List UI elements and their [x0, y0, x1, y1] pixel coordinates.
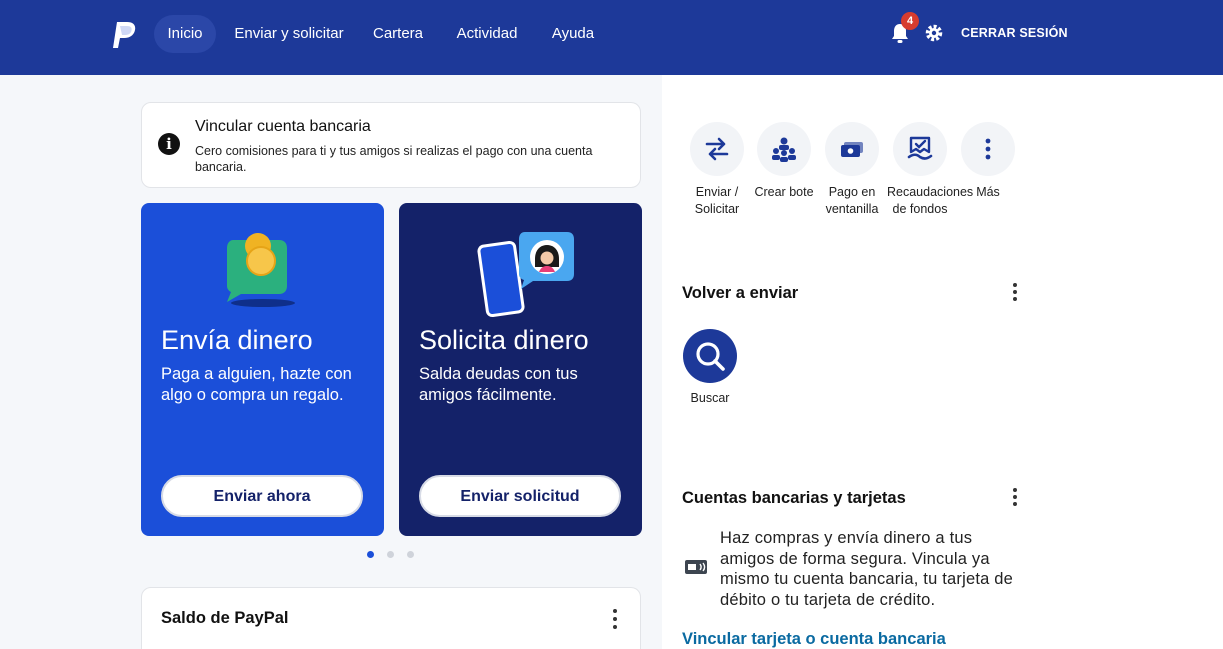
transfer-arrows-icon — [705, 137, 729, 161]
send-now-button[interactable]: Enviar ahora — [161, 475, 363, 517]
carousel-indicator — [364, 551, 424, 561]
nav-cartera[interactable]: Cartera — [364, 15, 432, 53]
info-icon: i — [158, 133, 180, 155]
send-again-title: Volver a enviar — [682, 284, 799, 302]
quick-action-label: Crear bote — [754, 185, 814, 199]
nav-inicio[interactable]: Inicio — [154, 15, 216, 53]
balance-more-options-icon[interactable] — [609, 609, 621, 631]
cash-icon — [841, 142, 863, 157]
quick-action-more[interactable]: Más — [955, 122, 1021, 201]
nav-enviar-solicitar[interactable]: Enviar y solicitar — [228, 15, 350, 53]
search-contacts-button[interactable] — [683, 329, 737, 383]
quick-action-pay-at-counter[interactable]: Pago en ventanilla — [819, 122, 885, 218]
request-money-illustration-icon — [477, 232, 574, 318]
bank-card-icon — [685, 560, 707, 574]
banks-cards-title: Cuentas bancarias y tarjetas — [682, 489, 906, 507]
quick-action-label: Pago en ventanilla — [825, 185, 879, 216]
link-bank-banner[interactable]: i Vincular cuenta bancaria Cero comision… — [141, 102, 641, 188]
banner-title: Vincular cuenta bancaria — [195, 118, 371, 135]
more-vertical-icon — [985, 138, 991, 160]
send-request-button[interactable]: Enviar solicitud — [419, 475, 621, 517]
group-icon — [772, 137, 796, 162]
link-card-or-bank-link[interactable]: Vincular tarjeta o cuenta bancaria — [682, 630, 946, 649]
search-label: Buscar — [690, 391, 730, 405]
carousel-dot[interactable] — [387, 551, 394, 558]
send-money-title: Envía dinero — [161, 325, 313, 355]
send-money-illustration-icon — [227, 233, 295, 307]
nav-ayuda[interactable]: Ayuda — [542, 15, 604, 53]
carousel-dot[interactable] — [407, 551, 414, 558]
carousel-dot[interactable] — [367, 551, 374, 558]
paypal-balance-card: Saldo de PayPal — [141, 587, 641, 649]
fundraiser-icon — [907, 136, 933, 160]
banks-description: Haz compras y envía dinero a tus amigos … — [720, 529, 1014, 609]
notification-count-badge: 4 — [901, 12, 919, 30]
banner-description: Cero comisiones para ti y tus amigos si … — [195, 144, 593, 174]
top-navigation-bar: Inicio Enviar y solicitar Cartera Activi… — [0, 0, 1223, 75]
quick-action-send-request[interactable]: Enviar / Solicitar — [684, 122, 750, 218]
gear-icon[interactable] — [924, 23, 944, 43]
logout-button[interactable]: CERRAR SESIÓN — [961, 26, 1068, 40]
request-money-description: Salda deudas con tus amigos fácilmente. — [419, 365, 578, 404]
banks-more-options-icon[interactable] — [1009, 488, 1021, 510]
send-money-description: Paga a alguien, hazte con algo o compra … — [161, 365, 352, 404]
paypal-logo-icon[interactable] — [110, 20, 138, 50]
quick-action-label: Enviar / Solicitar — [694, 185, 740, 216]
request-money-card: Solicita dinero Salda deudas con tus ami… — [399, 203, 642, 536]
balance-title: Saldo de PayPal — [161, 609, 289, 627]
request-money-title: Solicita dinero — [419, 325, 589, 355]
quick-action-label: Recaudaciones de fondos — [887, 185, 974, 216]
send-again-more-options-icon[interactable] — [1009, 283, 1021, 305]
search-icon — [696, 342, 725, 371]
nav-actividad[interactable]: Actividad — [446, 15, 528, 53]
quick-action-fundraisers[interactable]: Recaudaciones de fondos — [887, 122, 974, 218]
send-money-card: Envía dinero Paga a alguien, hazte con a… — [141, 203, 384, 536]
quick-action-label: Más — [976, 185, 1000, 199]
quick-action-create-pool[interactable]: Crear bote — [751, 122, 817, 201]
